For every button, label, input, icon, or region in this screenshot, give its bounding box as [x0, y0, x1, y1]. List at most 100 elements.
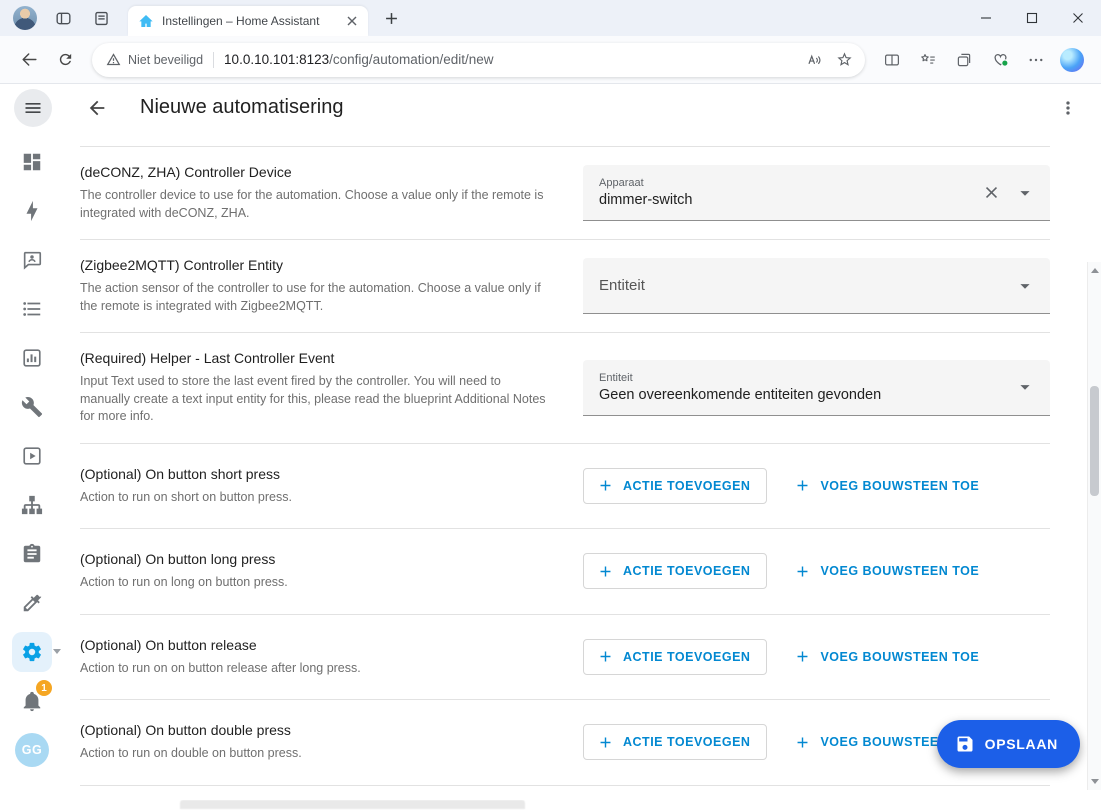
plus-icon — [597, 563, 614, 580]
add-building-block-button[interactable]: VOEG BOUWSTEEN TOE — [781, 639, 995, 675]
entity-select[interactable]: Entiteit — [583, 258, 1050, 314]
select-label: Apparaat — [599, 177, 974, 189]
add-action-label: ACTIE TOEVOEGEN — [623, 564, 750, 578]
row-text: (Required) Helper - Last Controller Even… — [80, 350, 554, 426]
sidebar-item-chat[interactable] — [0, 235, 64, 284]
row-description: The action sensor of the controller to u… — [80, 280, 554, 315]
sidebar-item-integrations[interactable] — [0, 480, 64, 529]
browser-title-bar: Instellingen – Home Assistant — [0, 0, 1101, 36]
select-texts: Entiteit — [599, 277, 1008, 294]
refresh-icon[interactable] — [48, 43, 82, 77]
close-window-icon[interactable] — [1055, 0, 1101, 36]
row-description: Action to run on long on button press. — [80, 574, 554, 592]
sidebar-item-dashboard[interactable] — [0, 137, 64, 186]
title-bar-left — [10, 0, 116, 36]
plus-icon — [597, 734, 614, 751]
row-control: Entiteit Geen overeenkomende entiteiten … — [583, 360, 1050, 416]
sidebar-item-developer[interactable] — [0, 382, 64, 431]
select-placeholder: Entiteit — [599, 277, 1008, 294]
dropdown-arrow-icon[interactable] — [1008, 269, 1042, 303]
add-action-button[interactable]: ACTIE TOEVOEGEN — [583, 468, 767, 504]
read-aloud-icon[interactable] — [799, 45, 829, 75]
add-action-button[interactable]: ACTIE TOEVOEGEN — [583, 724, 767, 760]
page-back-icon[interactable] — [80, 91, 114, 125]
tab-actions-icon[interactable] — [86, 3, 116, 33]
active-item-highlight — [12, 632, 52, 672]
browser-menu-icon[interactable] — [1019, 43, 1053, 77]
split-screen-icon[interactable] — [875, 43, 909, 77]
row-control: Entiteit — [583, 258, 1050, 314]
add-building-block-label: VOEG BOUWSTEEN TOE — [820, 564, 979, 578]
add-action-label: ACTIE TOEVOEGEN — [623, 479, 750, 493]
row-text: (Optional) On button double press Action… — [80, 722, 554, 763]
sidebar-item-energy[interactable] — [0, 186, 64, 235]
url-host: 10.0.10.101:8123 — [224, 52, 329, 67]
select-label: Entiteit — [599, 372, 1008, 384]
add-building-block-button[interactable]: VOEG BOUWSTEEN TOE — [781, 553, 995, 589]
page-title: Nieuwe automatisering — [140, 96, 343, 119]
clipped-content — [180, 800, 525, 809]
dropdown-arrow-icon[interactable] — [1008, 176, 1042, 210]
sidebar-scroll-caret-icon — [53, 649, 61, 654]
row-text: (Zigbee2MQTT) Controller Entity The acti… — [80, 257, 554, 315]
row-title: (Optional) On button double press — [80, 722, 554, 738]
scrollbar-thumb[interactable] — [1090, 386, 1099, 496]
device-select[interactable]: Apparaat dimmer-switch — [583, 165, 1050, 221]
maximize-icon[interactable] — [1009, 0, 1055, 36]
sidebar-item-todo[interactable] — [0, 284, 64, 333]
row-description: Action to run on on button release after… — [80, 660, 554, 678]
clear-icon[interactable] — [974, 176, 1008, 210]
row-control: ACTIE TOEVOEGEN VOEG BOUWSTEEN TOE — [583, 553, 1050, 589]
overflow-menu-icon[interactable] — [1051, 91, 1085, 125]
sidebar-item-tools[interactable] — [0, 578, 64, 627]
pipette-icon — [21, 592, 43, 614]
add-building-block-label: VOEG BOUWSTEEN TOE — [820, 479, 979, 493]
tab-close-icon[interactable] — [342, 11, 362, 31]
add-action-label: ACTIE TOEVOEGEN — [623, 735, 750, 749]
sidebar: 1 GG — [0, 131, 64, 790]
scroll-down-arrow-icon[interactable] — [1091, 779, 1099, 784]
row-description: The controller device to use for the aut… — [80, 187, 554, 222]
sidebar-item-blueprints[interactable] — [0, 529, 64, 578]
sidebar-item-notifications[interactable]: 1 — [0, 676, 64, 725]
back-icon[interactable] — [12, 43, 46, 77]
browser-profile-button[interactable] — [10, 3, 40, 33]
row-title: (Optional) On button release — [80, 637, 554, 653]
new-tab-icon[interactable] — [378, 5, 404, 31]
add-action-button[interactable]: ACTIE TOEVOEGEN — [583, 553, 767, 589]
save-button[interactable]: OPSLAAN — [937, 720, 1080, 768]
sidebar-item-media[interactable] — [0, 431, 64, 480]
collections-icon[interactable] — [947, 43, 981, 77]
workspaces-icon[interactable] — [48, 3, 78, 33]
scrollbar[interactable] — [1087, 262, 1101, 790]
plus-icon — [794, 734, 811, 751]
favorite-star-icon[interactable] — [829, 45, 859, 75]
media-icon — [21, 445, 43, 467]
browser-essentials-icon[interactable] — [983, 43, 1017, 77]
url-text[interactable]: 10.0.10.101:8123/config/automation/edit/… — [224, 52, 799, 67]
address-bar[interactable]: Niet beveiligd 10.0.10.101:8123/config/a… — [92, 43, 865, 77]
security-label[interactable]: Niet beveiligd — [128, 53, 203, 67]
favorites-icon[interactable] — [911, 43, 945, 77]
add-building-block-button[interactable]: VOEG BOUWSTEEN TOE — [781, 468, 995, 504]
sidebar-item-user[interactable]: GG — [0, 725, 64, 774]
row-title: (Optional) On button long press — [80, 551, 554, 567]
wrench-icon — [21, 396, 43, 418]
minimize-icon[interactable] — [963, 0, 1009, 36]
select-texts: Entiteit Geen overeenkomende entiteiten … — [599, 372, 1008, 403]
scroll-up-arrow-icon[interactable] — [1091, 268, 1099, 273]
row-title: (Zigbee2MQTT) Controller Entity — [80, 257, 554, 273]
helper-entity-select[interactable]: Entiteit Geen overeenkomende entiteiten … — [583, 360, 1050, 416]
dropdown-arrow-icon[interactable] — [1008, 370, 1042, 404]
add-action-button[interactable]: ACTIE TOEVOEGEN — [583, 639, 767, 675]
copilot-logo — [1060, 48, 1084, 72]
chart-icon — [21, 347, 43, 369]
row-description: Action to run on double on button press. — [80, 745, 554, 763]
copilot-icon[interactable] — [1055, 43, 1089, 77]
row-control: Apparaat dimmer-switch — [583, 165, 1050, 221]
sidebar-item-history[interactable] — [0, 333, 64, 382]
browser-tab[interactable]: Instellingen – Home Assistant — [128, 6, 368, 36]
sidebar-menu-icon[interactable] — [14, 89, 52, 127]
address-separator — [213, 52, 214, 68]
partially-visible-next-row — [80, 800, 1050, 812]
